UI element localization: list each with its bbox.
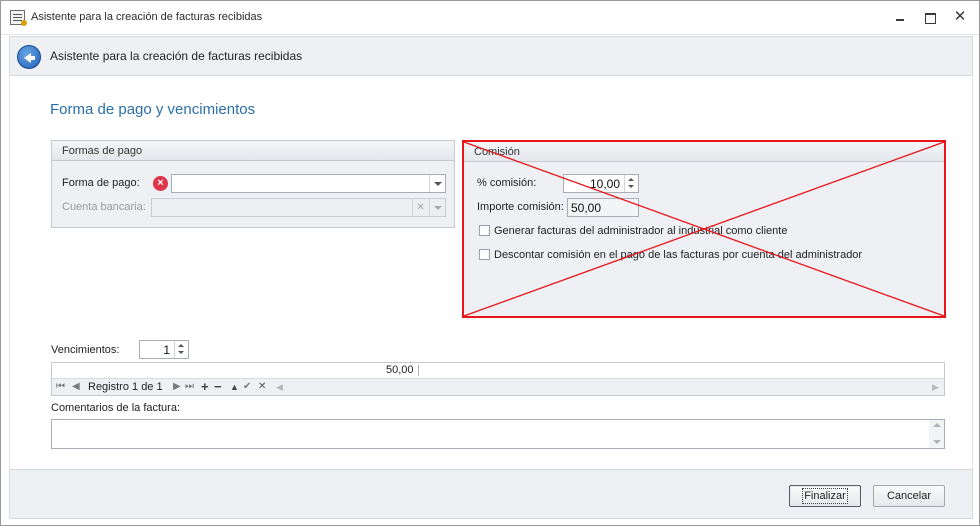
- grid-column-separator: [418, 365, 419, 376]
- spin-down-icon[interactable]: [178, 351, 184, 354]
- vencimientos-value: 1: [163, 343, 170, 357]
- importe-comision-value: 50,00: [567, 198, 639, 217]
- title-bar: Asistente para la creación de facturas r…: [1, 1, 979, 35]
- wizard-content: Forma de pago y vencimientos Formas de p…: [9, 77, 973, 469]
- formas-pago-group: Formas de pago Forma de pago: × Cuenta b…: [51, 140, 455, 228]
- cuenta-bancaria-combo: ✕: [151, 198, 446, 217]
- finalizar-button[interactable]: Finalizar: [789, 485, 861, 507]
- chevron-down-icon: [429, 199, 445, 216]
- descontar-comision-label: Descontar comisión en el pago de las fac…: [494, 249, 863, 261]
- spin-up-icon[interactable]: [628, 178, 634, 181]
- pct-comision-spin[interactable]: 10,00: [563, 174, 639, 193]
- cancel-edit-icon[interactable]: ✕: [258, 380, 266, 394]
- minimize-icon[interactable]: [891, 9, 909, 25]
- last-record-icon[interactable]: ⏭: [185, 380, 194, 394]
- clear-icon: ✕: [412, 199, 428, 216]
- error-icon: ×: [153, 176, 168, 191]
- vencimientos-grid[interactable]: 50,00 ⏮ ◀ Registro 1 de 1 ▶ ⏭ + − ▲ ✔ ✕ …: [51, 362, 945, 396]
- wizard-footer: Finalizar Cancelar: [9, 469, 973, 519]
- grid-cell-importe[interactable]: 50,00: [386, 364, 414, 376]
- comision-group: Comisión % comisión: 10,00 Importe comis…: [463, 141, 945, 317]
- record-counter: Registro 1 de 1: [88, 381, 163, 393]
- formas-pago-group-title: Formas de pago: [52, 141, 454, 161]
- generar-facturas-checkbox[interactable]: [479, 225, 490, 236]
- vencimientos-spin[interactable]: 1: [139, 340, 189, 359]
- prev-record-icon[interactable]: ◀: [72, 380, 80, 394]
- window-title: Asistente para la creación de facturas r…: [31, 11, 263, 23]
- comentarios-label: Comentarios de la factura:: [51, 402, 181, 414]
- remove-record-icon[interactable]: −: [214, 380, 222, 394]
- page-title: Forma de pago y vencimientos: [50, 101, 256, 118]
- next-record-icon[interactable]: ▶: [173, 380, 181, 394]
- restore-icon[interactable]: [921, 9, 939, 25]
- chevron-down-icon[interactable]: [429, 175, 445, 192]
- wizard-header-title: Asistente para la creación de facturas r…: [50, 49, 303, 63]
- invoice-app-icon: [10, 10, 27, 26]
- wizard-header: Asistente para la creación de facturas r…: [9, 36, 973, 76]
- spin-buttons[interactable]: [174, 341, 188, 358]
- importe-comision-label: Importe comisión:: [477, 201, 564, 213]
- close-icon[interactable]: ✕: [951, 9, 969, 25]
- generar-facturas-label: Generar facturas del administrador al in…: [494, 225, 788, 237]
- spin-up-icon[interactable]: [178, 344, 184, 347]
- finalizar-button-label: Finalizar: [802, 488, 848, 504]
- scroll-right-icon[interactable]: ▶: [932, 380, 939, 394]
- wizard-window: Asistente para la creación de facturas r…: [0, 0, 980, 526]
- record-navigator: ⏮ ◀ Registro 1 de 1 ▶ ⏭ + − ▲ ✔ ✕ ◀ ▶: [52, 378, 944, 395]
- cancelar-button[interactable]: Cancelar: [873, 485, 945, 507]
- back-arrow-icon[interactable]: [17, 45, 41, 69]
- spin-down-icon[interactable]: [628, 185, 634, 188]
- descontar-comision-checkbox[interactable]: [479, 249, 490, 260]
- first-record-icon[interactable]: ⏮: [56, 380, 65, 394]
- forma-pago-combo[interactable]: [171, 174, 446, 193]
- vencimientos-label: Vencimientos:: [51, 344, 120, 356]
- scroll-left-icon[interactable]: ◀: [276, 380, 283, 394]
- spin-buttons[interactable]: [624, 175, 638, 192]
- edit-record-icon[interactable]: ▲: [230, 380, 239, 394]
- save-record-icon[interactable]: ✔: [243, 380, 251, 394]
- memo-scrollbar[interactable]: [929, 420, 944, 448]
- pct-comision-label: % comisión:: [477, 177, 537, 189]
- comision-group-title: Comisión: [464, 142, 944, 162]
- add-record-icon[interactable]: +: [201, 380, 209, 394]
- cuenta-bancaria-label: Cuenta bancaria:: [62, 201, 146, 213]
- comentarios-textarea[interactable]: [51, 419, 945, 449]
- forma-pago-label: Forma de pago:: [62, 177, 140, 189]
- pct-comision-value: 10,00: [589, 177, 620, 191]
